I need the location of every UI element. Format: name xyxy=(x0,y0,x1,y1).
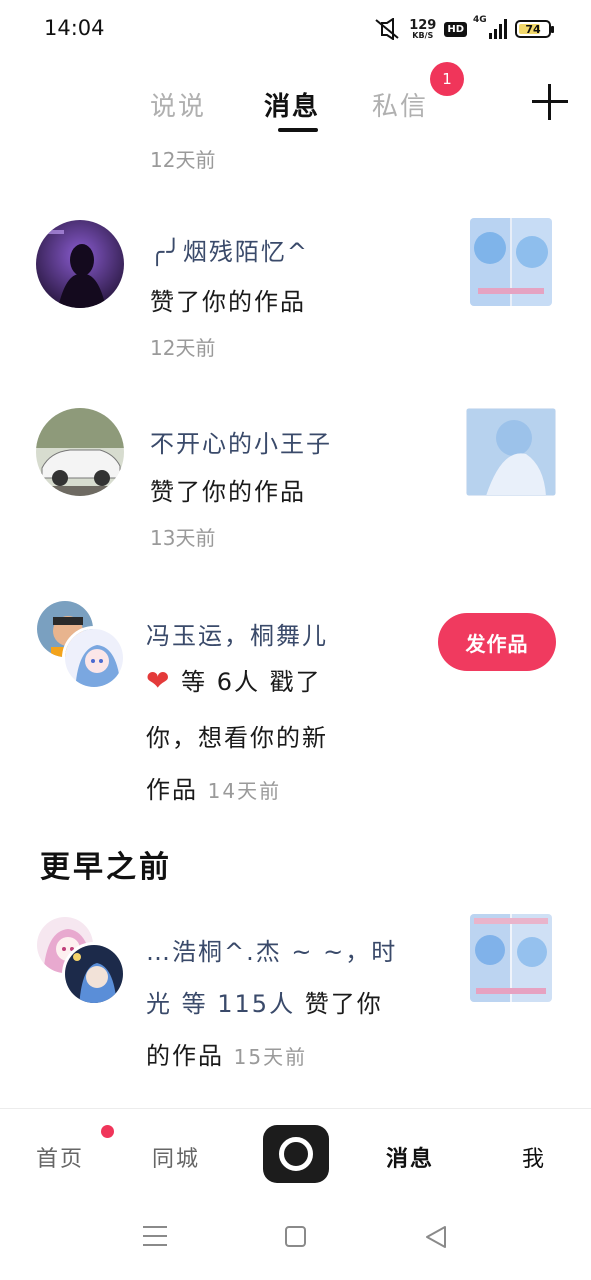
notification-dot xyxy=(101,1125,114,1138)
notification-time: 12天前 xyxy=(150,148,216,172)
status-bar: 14:04 129 KB/S HD 4G 74 xyxy=(0,0,591,58)
user-names[interactable]: …浩桐^.杰 ~ ~，时 xyxy=(146,932,397,967)
status-icons: 129 KB/S HD 4G 74 xyxy=(373,15,554,42)
tab-shuoshuo[interactable]: 说说 xyxy=(150,86,206,123)
back-triangle-icon[interactable] xyxy=(424,1225,448,1253)
tab-messages-label: 消息 xyxy=(264,92,321,122)
menu-icon[interactable] xyxy=(143,1226,167,1246)
notification-time: 14天前 xyxy=(207,779,282,803)
battery-icon: 74 xyxy=(515,20,554,38)
tab-messages[interactable]: 消息 xyxy=(264,86,321,132)
avatar[interactable] xyxy=(62,626,126,690)
camera-icon xyxy=(279,1137,313,1171)
system-nav-bar xyxy=(0,1206,591,1280)
tab-private-messages[interactable]: 私信 xyxy=(372,86,428,123)
notification-item[interactable]: ╭╯烟残陌忆^ 赞了你的作品 12天前 xyxy=(0,218,591,360)
nav-me[interactable]: 我 xyxy=(522,1141,546,1173)
private-messages-badge: 1 xyxy=(430,62,464,96)
hd-icon: HD xyxy=(444,21,467,37)
notification-time: 15天前 xyxy=(233,1045,308,1069)
notification-action: 赞了你的作品 xyxy=(150,288,306,316)
heart-icon: ❤ xyxy=(146,664,172,697)
notification-action-line2: 的作品 15天前 xyxy=(146,1042,308,1070)
user-name[interactable]: ╭╯烟残陌忆^ xyxy=(150,232,309,267)
notification-action-line2: 你，想看你的新 xyxy=(146,724,328,752)
notification-item[interactable]: …浩桐^.杰 ~ ~，时 光 等 115人 赞了你 的作品 15天前 xyxy=(0,914,591,1074)
nav-city[interactable]: 同城 xyxy=(152,1141,200,1173)
work-thumbnail[interactable] xyxy=(470,218,552,306)
camera-button[interactable] xyxy=(263,1125,329,1183)
notification-item[interactable]: 不开心的小王子 赞了你的作品 13天前 xyxy=(0,408,591,550)
work-thumbnail[interactable] xyxy=(466,408,556,496)
publish-work-button[interactable]: 发作品 xyxy=(438,613,556,671)
notification-time: 12天前 xyxy=(150,336,216,360)
bottom-nav: 首页 同城 消息 我 xyxy=(0,1108,591,1204)
network-speed: 129 KB/S xyxy=(409,17,437,40)
nav-home[interactable]: 首页 xyxy=(36,1141,84,1173)
notification-action-line3: 作品 14天前 xyxy=(146,776,282,804)
mute-icon xyxy=(373,18,401,40)
avatar[interactable] xyxy=(36,408,124,496)
signal-icon: 4G xyxy=(473,15,507,39)
notification-time: 13天前 xyxy=(150,526,216,550)
user-names-line2[interactable]: 光 xyxy=(146,990,172,1018)
add-icon[interactable] xyxy=(532,84,568,120)
avatar[interactable] xyxy=(36,220,124,308)
notification-action: ❤ 等 6人 戳了 xyxy=(146,664,322,697)
avatar[interactable] xyxy=(62,942,126,1006)
section-title-earlier: 更早之前 xyxy=(40,850,172,885)
notification-action: 光 等 115人 赞了你 xyxy=(146,990,383,1018)
work-thumbnail[interactable] xyxy=(470,914,552,1002)
status-time: 14:04 xyxy=(44,16,105,40)
user-name[interactable]: 不开心的小王子 xyxy=(150,424,332,459)
user-names[interactable]: 冯玉运，桐舞儿 xyxy=(146,616,328,651)
notification-action: 赞了你的作品 xyxy=(150,478,306,506)
tab-active-indicator xyxy=(278,128,318,132)
like-count: 等 115人 xyxy=(181,990,296,1018)
top-tabs: 说说 消息 私信 xyxy=(0,78,591,136)
nav-messages[interactable]: 消息 xyxy=(386,1141,434,1173)
home-square-icon[interactable] xyxy=(285,1226,306,1247)
